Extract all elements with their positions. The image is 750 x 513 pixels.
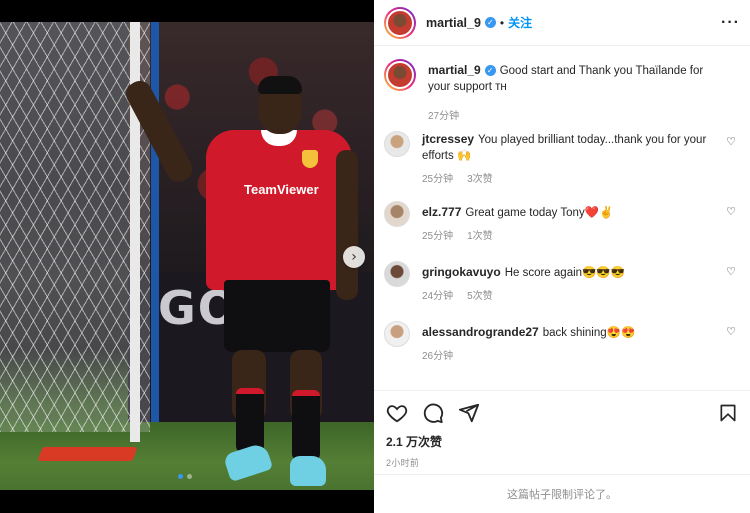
commenter-avatar[interactable] <box>384 131 410 157</box>
player-figure: TeamViewer <box>121 70 360 490</box>
post-photo[interactable]: GOAL TeamViewer <box>0 22 374 490</box>
comment-like-heart-icon[interactable]: ♡ <box>726 205 736 218</box>
club-crest-icon <box>302 150 318 168</box>
caption-time: 27分钟 <box>428 111 460 122</box>
more-options-icon[interactable]: ··· <box>721 14 740 32</box>
post-header: martial_9 ✓ • 关注 ··· <box>374 0 750 46</box>
player-sock-right <box>292 390 320 460</box>
carousel-dot <box>187 474 192 479</box>
player-shorts <box>224 280 330 352</box>
post-timestamp: 2小时前 <box>386 458 420 468</box>
player-boot-left <box>222 441 274 483</box>
commenter-avatar[interactable] <box>384 261 410 287</box>
comment-time: 25分钟 <box>422 174 454 185</box>
comment-like-heart-icon[interactable]: ♡ <box>726 325 736 338</box>
share-icon[interactable] <box>458 402 480 424</box>
comment-like-count[interactable]: 5次赞 <box>467 289 493 305</box>
verified-badge-icon: ✓ <box>484 17 496 28</box>
comment-like-count[interactable]: 1次赞 <box>467 229 493 245</box>
heart-icon[interactable] <box>386 402 408 424</box>
comment-item: elz.777 Great game today Tony❤️✌️ 25分钟 1次… <box>384 201 740 261</box>
comment-like-count[interactable]: 3次赞 <box>467 172 493 188</box>
caption-avatar[interactable] <box>384 59 416 91</box>
caption-username[interactable]: martial_9 <box>428 63 481 77</box>
player-lowered-arm <box>336 150 358 300</box>
player-hair <box>258 76 302 94</box>
comment-username[interactable]: gringokavuyo <box>422 265 501 279</box>
player-shirt: TeamViewer <box>206 130 352 290</box>
comment-text: back shining😍😍 <box>542 327 636 339</box>
carousel-next-button[interactable]: › <box>343 246 365 268</box>
chevron-right-icon: › <box>351 249 357 265</box>
comment-like-heart-icon[interactable]: ♡ <box>726 265 736 278</box>
header-separator: • <box>499 15 505 30</box>
commenter-avatar[interactable] <box>384 321 410 347</box>
comment-icon[interactable] <box>422 402 444 424</box>
player-boot-right <box>290 456 326 486</box>
carousel-indicator <box>178 474 192 479</box>
shirt-sponsor: TeamViewer <box>244 182 319 197</box>
author-avatar[interactable] <box>384 6 416 39</box>
bookmark-icon[interactable] <box>718 402 738 424</box>
comment-username[interactable]: alessandrogrande27 <box>422 325 539 339</box>
player-sock-left <box>236 388 264 452</box>
comment-like-heart-icon[interactable]: ♡ <box>726 135 736 148</box>
action-icons-row <box>386 391 738 435</box>
comments-list[interactable]: martial_9 ✓ Good start and Thank you Thaïl… <box>374 47 750 390</box>
post-viewer: GOAL TeamViewer <box>0 0 750 513</box>
comment-text: He score again😎😎😎 <box>504 267 625 279</box>
caption: martial_9 ✓ Good start and Thank you Thaïl… <box>384 59 740 131</box>
comment-time: 26分钟 <box>422 351 454 362</box>
comment-item: gringokavuyo He score again😎😎😎 24分钟 5次赞 ♡ <box>384 261 740 321</box>
post-actions: 2.1 万次赞 2小时前 <box>374 390 750 469</box>
author-username[interactable]: martial_9 <box>426 16 481 30</box>
post-side-panel: martial_9 ✓ • 关注 ··· martial_9 ✓ Good star… <box>374 0 750 513</box>
goal-net <box>0 22 150 432</box>
comments-limited-notice: 这篇帖子限制评论了。 <box>374 474 750 513</box>
follow-button[interactable]: 关注 <box>508 14 532 31</box>
post-media: GOAL TeamViewer <box>0 0 374 513</box>
red-cloth <box>37 447 138 461</box>
comment-time: 24分钟 <box>422 291 454 302</box>
comment-username[interactable]: jtcressey <box>422 132 474 146</box>
comment-text: Great game today Tony❤️✌️ <box>465 207 614 219</box>
like-count[interactable]: 2.1 万次赞 <box>386 433 738 450</box>
comment-item: alessandrogrande27 back shining😍😍 26分钟 ♡ <box>384 321 740 381</box>
commenter-avatar[interactable] <box>384 201 410 227</box>
verified-badge-icon: ✓ <box>484 65 496 77</box>
comment-item: jtcressey You played brilliant today...th… <box>384 131 740 201</box>
comment-username[interactable]: elz.777 <box>422 205 461 219</box>
carousel-dot-active <box>178 474 183 479</box>
comment-time: 25分钟 <box>422 231 454 242</box>
